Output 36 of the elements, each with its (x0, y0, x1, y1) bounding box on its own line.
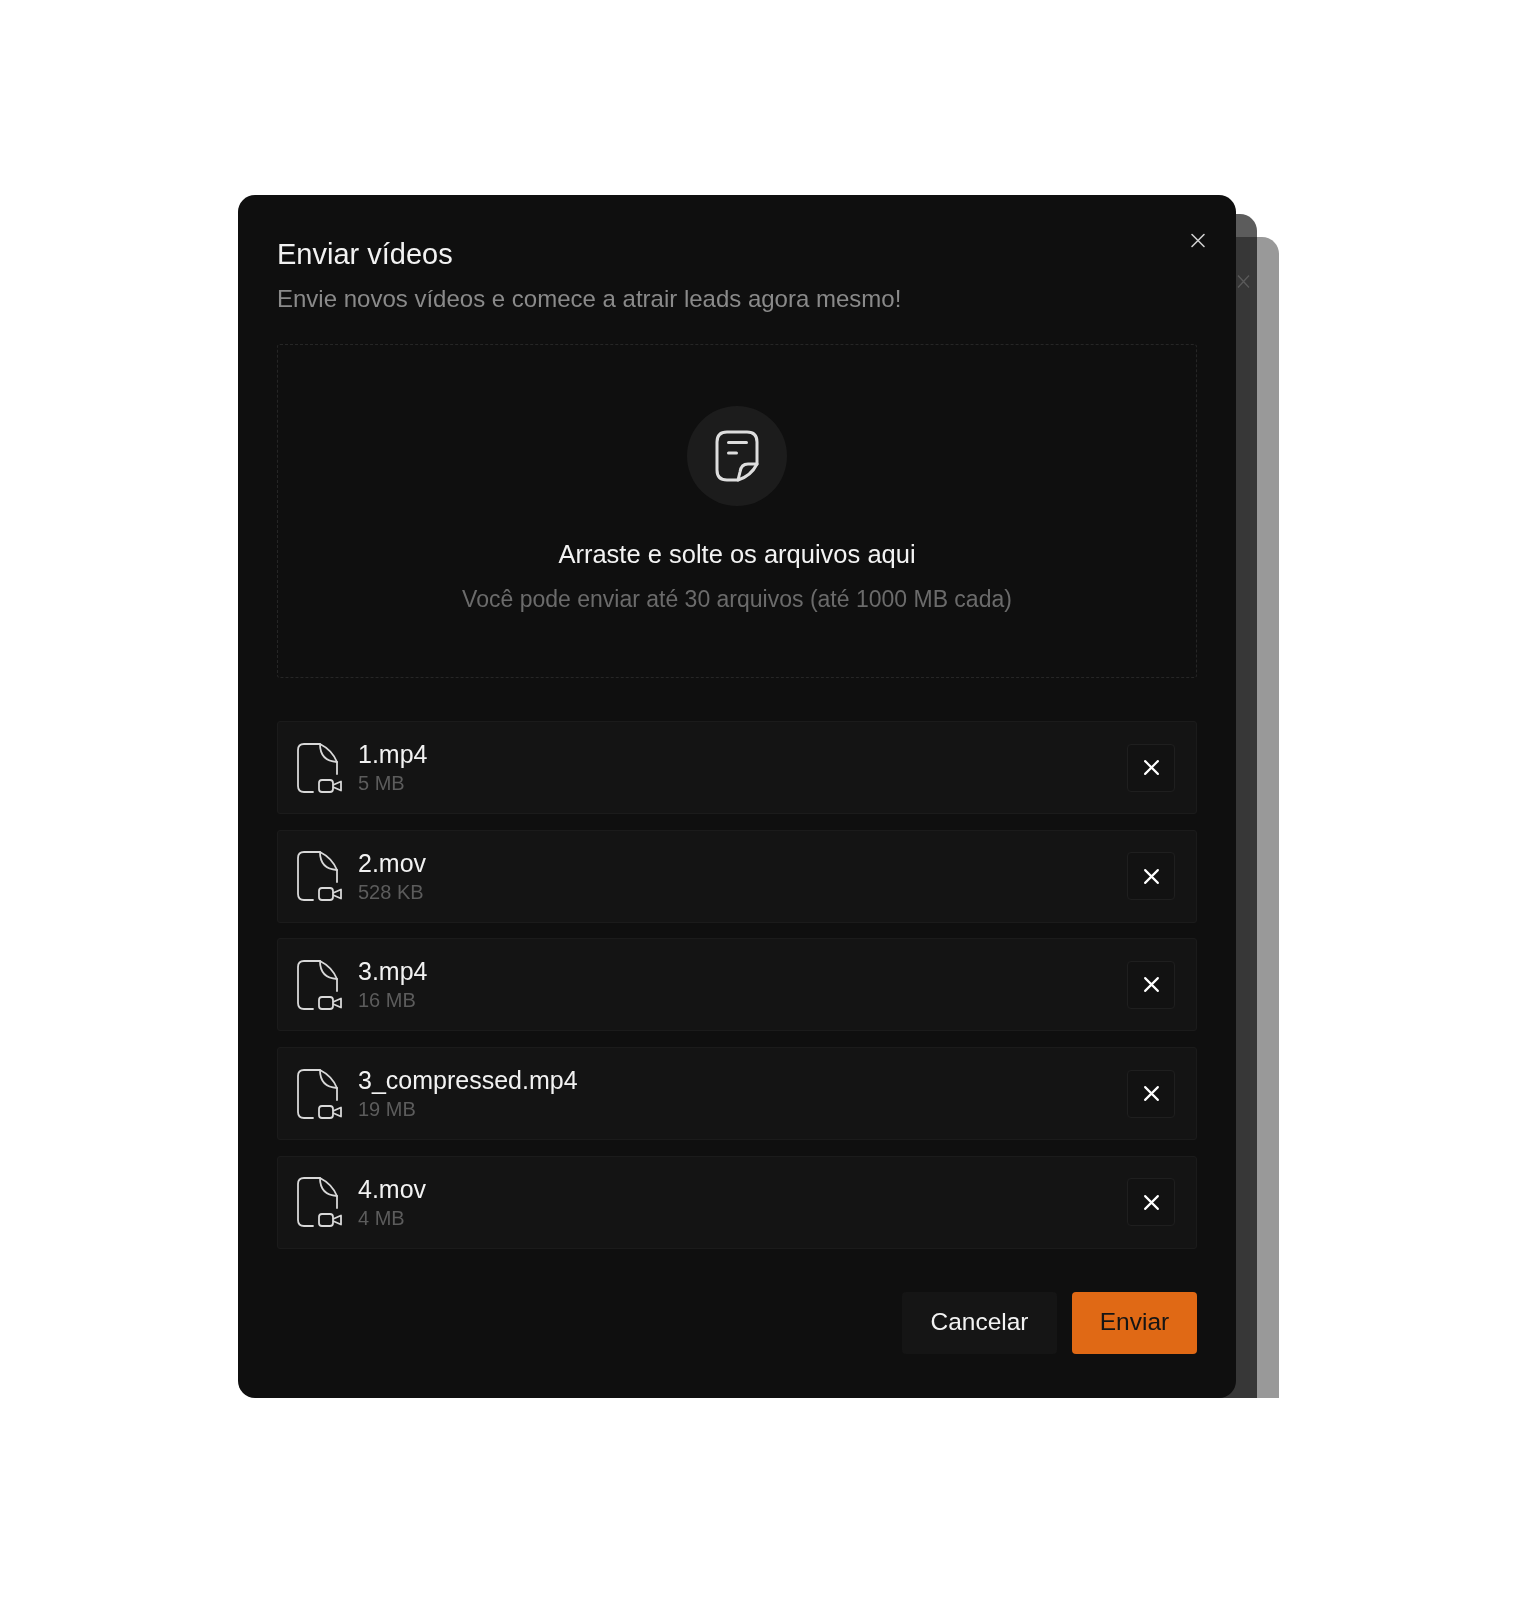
video-file-icon (296, 958, 344, 1011)
drop-zone-heading: Arraste e solte os arquivos aqui (558, 539, 916, 570)
file-size: 19 MB (358, 1097, 416, 1123)
remove-button[interactable] (1127, 1069, 1175, 1118)
close-icon (1237, 274, 1250, 289)
file-name: 3.mp4 (358, 956, 428, 987)
dialog-title: Enviar vídeos (277, 237, 454, 272)
file-size: 16 MB (358, 988, 416, 1014)
close-icon (1142, 759, 1160, 776)
remove-button[interactable] (1127, 743, 1175, 792)
video-file-icon (296, 850, 344, 903)
drop-zone[interactable]: Arraste e solte os arquivos aqui Você pode enviar até 30 arquivos (até 1000 MB cada) (277, 344, 1197, 678)
close-icon (1142, 1193, 1160, 1211)
close-icon (1142, 867, 1160, 885)
video-file-icon (296, 1176, 344, 1229)
file-size: 4 MB (358, 1205, 405, 1231)
submit-button[interactable]: Enviar (1072, 1291, 1197, 1354)
video-file-icon (296, 741, 344, 794)
file-name: 4.mov (358, 1173, 427, 1204)
file-size: 528 KB (358, 879, 424, 905)
file-name: 1.mp4 (358, 739, 428, 769)
file-name: 2.mov (358, 847, 427, 878)
cancel-button[interactable]: Cancelar (902, 1291, 1057, 1354)
close-icon (1190, 232, 1206, 249)
close-button[interactable] (1190, 232, 1206, 249)
remove-button[interactable] (1127, 960, 1175, 1009)
remove-button[interactable] (1127, 1178, 1175, 1227)
file-name: 3_compressed.mp4 (358, 1065, 578, 1096)
document-icon (687, 406, 787, 506)
close-icon (1142, 976, 1160, 994)
dialog-subtitle: Envie novos vídeos e comece a atrair leads agora mesmo! (277, 284, 902, 313)
close-icon (1142, 1085, 1160, 1103)
video-file-icon (296, 1067, 344, 1120)
remove-button[interactable] (1127, 852, 1175, 901)
drop-zone-hint: Você pode enviar até 30 arquivos (até 1000 MB cada) (462, 585, 1012, 613)
file-size: 5 MB (358, 771, 405, 796)
